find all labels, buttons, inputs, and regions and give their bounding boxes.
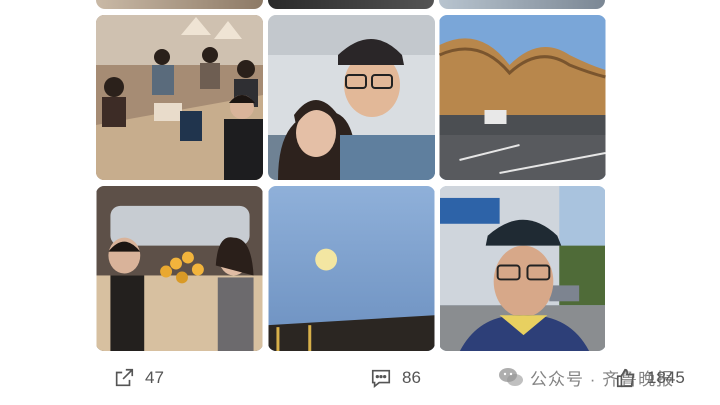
watermark-text: 公众号 · 齐鲁晚报 [530, 369, 675, 389]
previous-photo-row-edge [439, 0, 605, 9]
photo-restaurant-table[interactable] [96, 15, 263, 180]
photo-selfie-father-daughter[interactable] [268, 15, 435, 180]
share-icon [115, 368, 134, 387]
photo-man-selfie-street[interactable] [439, 186, 606, 351]
comment-count: 86 [402, 368, 421, 387]
photo-grid [96, 15, 606, 352]
share-button[interactable]: 47 [113, 365, 164, 391]
photo-kids-in-car[interactable] [96, 186, 263, 351]
wechat-icon [499, 368, 523, 386]
share-count: 47 [145, 368, 164, 387]
previous-photo-row-edge [96, 0, 263, 9]
watermark: 公众号 · 齐鲁晚报 [498, 364, 674, 390]
comment-icon [371, 369, 391, 388]
comment-button[interactable]: 86 [370, 365, 421, 391]
photo-airport-terminal[interactable] [439, 15, 606, 180]
previous-photo-row-edge [268, 0, 434, 9]
photo-moon-sky[interactable] [268, 186, 435, 351]
